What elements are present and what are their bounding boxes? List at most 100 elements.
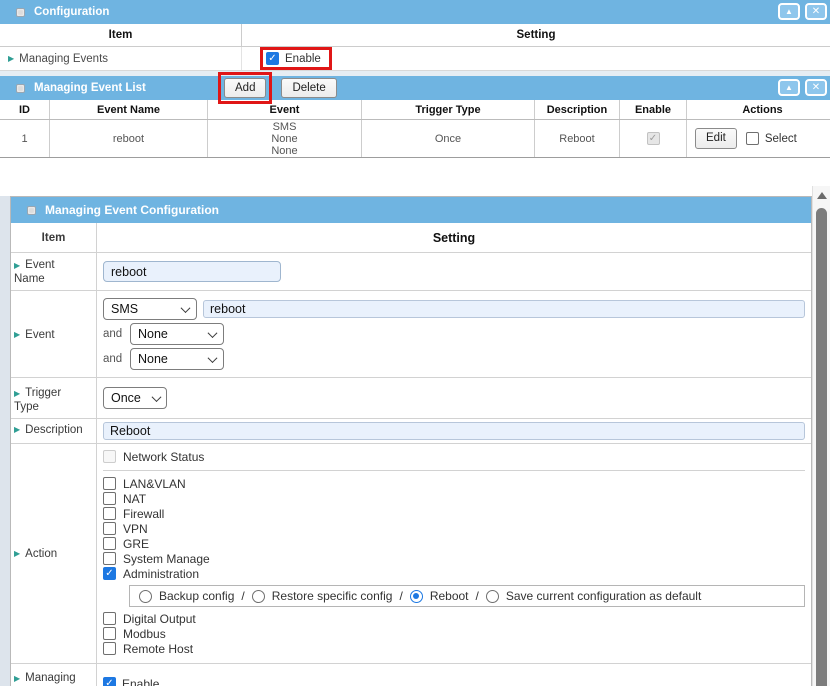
bullet-arrow-icon: ▶	[14, 261, 20, 270]
spacer	[0, 158, 830, 186]
save-default-radio[interactable]	[486, 590, 499, 603]
row-event-types: SMS None None	[271, 121, 297, 157]
bullet-arrow-icon: ▶	[14, 550, 20, 558]
col-description: Description	[535, 100, 620, 119]
scroll-up-icon[interactable]	[817, 192, 827, 199]
network-status-label: Network Status	[123, 450, 204, 464]
red-annotation-box: ✓ Enable	[260, 47, 332, 70]
item-column-header: Item	[11, 223, 97, 252]
gre-checkbox[interactable]	[103, 537, 116, 550]
close-icon[interactable]: ✕	[805, 3, 827, 20]
separator: /	[476, 589, 479, 603]
managing-events-row: ▶ Managing Events ✓ Enable	[0, 47, 830, 71]
row-id: 1	[0, 120, 50, 157]
description-input[interactable]: Reboot	[103, 422, 805, 440]
event-message-input[interactable]: reboot	[203, 300, 805, 318]
lan-vlan-label: LAN&VLAN	[123, 477, 186, 491]
trigger-type-row: ▶Trigger Type Once	[11, 378, 811, 419]
select-checkbox[interactable]	[746, 132, 759, 145]
digital-output-label: Digital Output	[123, 612, 196, 626]
chevron-down-icon	[208, 328, 218, 338]
restore-config-radio[interactable]	[252, 590, 265, 603]
red-annotation-box: Add	[218, 72, 272, 105]
nat-label: NAT	[123, 492, 146, 506]
bullet-arrow-icon: ▶	[14, 674, 20, 683]
configuration-header: Configuration ▲ ✕	[0, 0, 830, 24]
trigger-type-select[interactable]: Once	[103, 387, 167, 409]
reboot-radio[interactable]	[410, 590, 423, 603]
managing-events-label: Managing Events	[19, 53, 108, 65]
managing-event-configuration-panel: Managing Event Configuration Item Settin…	[10, 196, 812, 686]
setting-column-header: Setting	[97, 223, 811, 252]
close-icon[interactable]: ✕	[805, 79, 827, 96]
event-name-row: ▶ Event Name reboot	[11, 253, 811, 291]
collapse-icon[interactable]: ▲	[778, 3, 800, 20]
event-and1-select[interactable]: None	[130, 323, 224, 345]
remote-host-checkbox[interactable]	[103, 642, 116, 655]
event-list-table-header: ID Event Name Event Trigger Type Descrip…	[0, 100, 830, 120]
and-label: and	[103, 328, 125, 340]
setting-column-header: Setting	[242, 24, 830, 46]
event-name-label: Event	[25, 259, 54, 271]
event-name-input[interactable]: reboot	[103, 261, 281, 282]
configuration-panel-region: Managing Event Configuration Item Settin…	[0, 186, 830, 686]
network-status-checkbox	[103, 450, 116, 463]
digital-output-checkbox[interactable]	[103, 612, 116, 625]
nat-checkbox[interactable]	[103, 492, 116, 505]
backup-config-radio[interactable]	[139, 590, 152, 603]
modbus-checkbox[interactable]	[103, 627, 116, 640]
chevron-down-icon	[208, 353, 218, 363]
row-trigger-type: Once	[362, 120, 535, 157]
col-id: ID	[0, 100, 50, 119]
gre-label: GRE	[123, 537, 149, 551]
trigger-type-label-2: Type	[14, 401, 39, 413]
save-default-label: Save current configuration as default	[506, 589, 701, 603]
row-enable-checkbox: ✓	[647, 132, 660, 145]
managing-event-enable-checkbox[interactable]: ✓	[103, 677, 116, 686]
edit-button[interactable]: Edit	[695, 128, 737, 149]
event-name-label-2: Name	[14, 273, 45, 285]
managing-events-enable-checkbox[interactable]: ✓	[266, 52, 279, 65]
event-type-select[interactable]: SMS	[103, 298, 197, 320]
panel-title: Managing Event Configuration	[45, 203, 219, 217]
event-and2-select[interactable]: None	[130, 348, 224, 370]
configuration-title: Configuration	[34, 6, 109, 18]
system-manage-label: System Manage	[123, 552, 210, 566]
bullet-arrow-icon: ▶	[14, 331, 20, 339]
delete-button[interactable]: Delete	[281, 78, 336, 99]
firewall-checkbox[interactable]	[103, 507, 116, 520]
administration-options: Backup config / Restore specific config …	[129, 585, 805, 607]
managing-event-row: ▶Managing Event ✓ Enable	[11, 664, 811, 686]
chevron-down-icon	[181, 303, 191, 313]
panel-header: Managing Event Configuration	[11, 197, 811, 223]
add-button[interactable]: Add	[224, 78, 266, 99]
managing-event-list-header: Managing Event List Add Delete ▲ ✕	[0, 76, 830, 100]
section-icon	[16, 8, 25, 17]
administration-label: Administration	[123, 567, 199, 581]
configuration-table-header: Item Setting	[0, 24, 830, 47]
chevron-down-icon	[151, 392, 161, 402]
separator: /	[241, 589, 244, 603]
restore-config-label: Restore specific config	[272, 589, 393, 603]
administration-checkbox[interactable]: ✓	[103, 567, 116, 580]
vpn-checkbox[interactable]	[103, 522, 116, 535]
action-row: ▶Action Network Status LAN&VLAN NAT Fire…	[11, 444, 811, 664]
trigger-type-label: Trigger	[25, 387, 61, 399]
system-manage-checkbox[interactable]	[103, 552, 116, 565]
vpn-label: VPN	[123, 522, 148, 536]
page-margin	[0, 196, 10, 686]
lan-vlan-checkbox[interactable]	[103, 477, 116, 490]
enable-label: Enable	[285, 53, 321, 65]
description-label: Description	[25, 423, 83, 437]
item-column-header: Item	[0, 24, 242, 46]
vertical-scrollbar[interactable]	[812, 186, 830, 686]
description-row: ▶ Description Reboot	[11, 419, 811, 444]
collapse-icon[interactable]: ▲	[778, 79, 800, 96]
scrollbar-thumb[interactable]	[816, 208, 827, 686]
table-row: 1 reboot SMS None None Once Reboot ✓ Edi…	[0, 120, 830, 158]
bullet-arrow-icon: ▶	[8, 55, 14, 63]
modbus-label: Modbus	[123, 627, 166, 641]
bullet-arrow-icon: ▶	[14, 426, 20, 434]
event-label: Event	[25, 328, 54, 342]
row-event-name: reboot	[50, 120, 208, 157]
